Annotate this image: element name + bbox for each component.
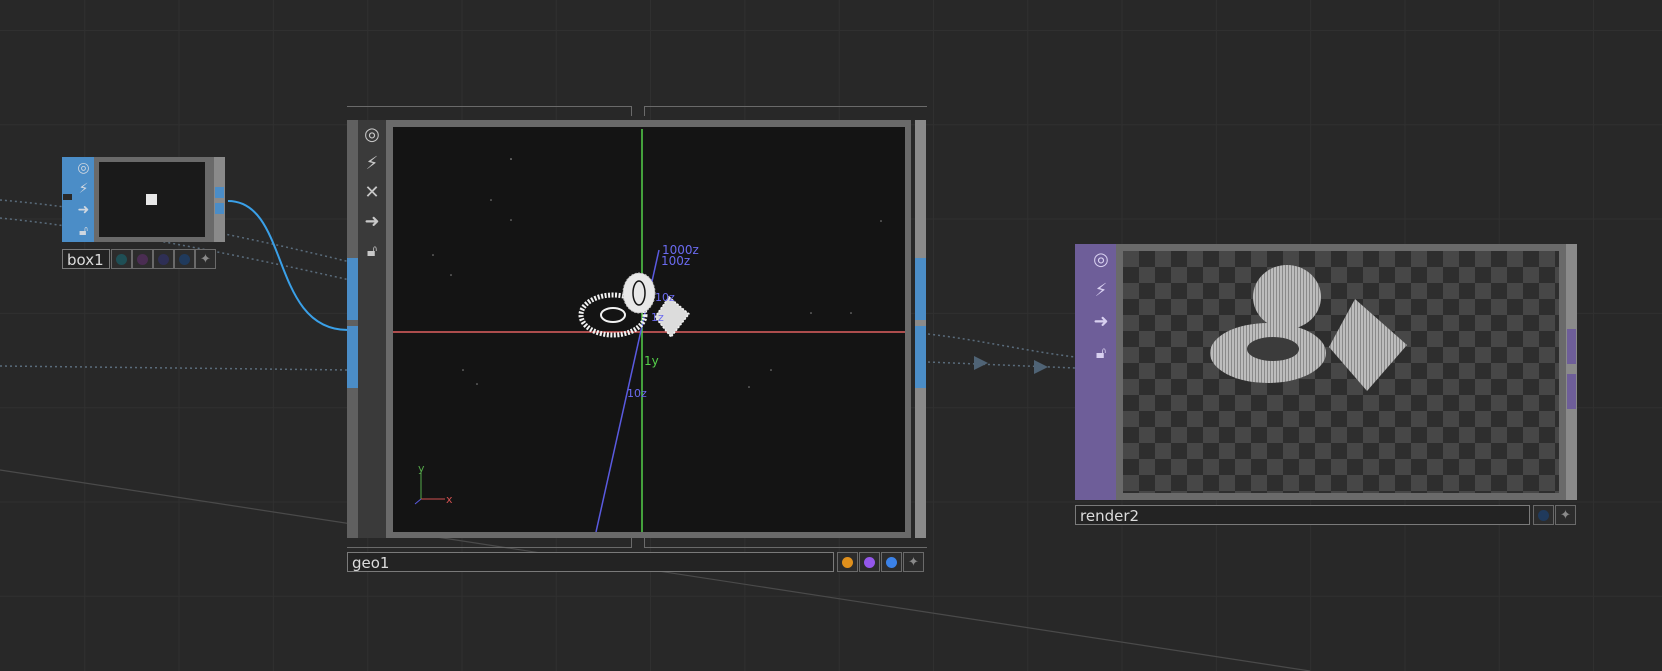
box1-flag-dot[interactable] bbox=[132, 249, 153, 269]
render2-name-label[interactable]: render2 bbox=[1075, 505, 1530, 525]
y-label-1: 1y bbox=[644, 354, 659, 368]
box1-output-connector-2[interactable] bbox=[215, 203, 224, 214]
render2-viewer-toggle-icon[interactable]: ✦ bbox=[1555, 505, 1576, 525]
z-label-neg10: 10z bbox=[627, 387, 647, 400]
geo1-input-connector[interactable] bbox=[347, 258, 358, 320]
render2-flag-column: ◎ ⚡ ➜ 🔓︎ bbox=[1086, 244, 1116, 500]
geo1-name-label[interactable]: geo1 bbox=[347, 552, 834, 572]
bypass-flag-icon[interactable]: ⚡ bbox=[1086, 275, 1116, 306]
geo1-viewer[interactable]: 1000z 100z 10z 1z 1y 10z y x bbox=[393, 127, 905, 532]
render2-output-column bbox=[1566, 244, 1577, 500]
svg-text:y: y bbox=[418, 462, 425, 475]
render2-render-preview bbox=[1210, 265, 1407, 391]
render-flag-icon[interactable]: ➜ bbox=[358, 207, 386, 236]
box1-flag-dot[interactable] bbox=[153, 249, 174, 269]
render2-output-connector[interactable] bbox=[1567, 329, 1576, 364]
geo1-output-connector-2[interactable] bbox=[915, 326, 926, 388]
z-label-10: 10z bbox=[655, 291, 675, 304]
node-box1[interactable]: ◎ ⚡ ➜ 🔓︎ box1 ✦ bbox=[62, 157, 227, 271]
box1-flag-dot[interactable] bbox=[174, 249, 195, 269]
box1-viewer[interactable] bbox=[99, 162, 205, 237]
display-flag-icon[interactable]: ◎ bbox=[73, 157, 94, 178]
box1-flag-dot[interactable] bbox=[111, 249, 132, 269]
box1-name-label[interactable]: box1 bbox=[62, 249, 110, 269]
lock-flag-icon[interactable]: 🔓︎ bbox=[358, 236, 386, 265]
render2-viewer[interactable] bbox=[1123, 251, 1559, 493]
render-flag-icon[interactable]: ➜ bbox=[73, 199, 94, 220]
lock-flag-icon[interactable]: 🔓︎ bbox=[73, 220, 94, 241]
box1-geometry-preview bbox=[146, 194, 157, 205]
z-label-100: 100z bbox=[661, 254, 690, 268]
box1-viewer-toggle-icon[interactable]: ✦ bbox=[195, 249, 216, 269]
wire-geo1-to-render2-2[interactable] bbox=[927, 361, 1076, 369]
bypass-flag-icon[interactable]: ⚡ bbox=[358, 149, 386, 178]
geo1-output-column bbox=[915, 120, 926, 538]
wire-arrow-icon bbox=[1034, 360, 1048, 374]
node-geo1[interactable]: ◎ ⚡ ✕ ➜ 🔓︎ 1000z 100z 10z 1z 1y 10z y x … bbox=[347, 106, 927, 576]
box1-output-connector[interactable] bbox=[215, 187, 224, 198]
box1-viewer-frame bbox=[94, 157, 214, 242]
geo1-viewer-toggle-icon[interactable]: ✦ bbox=[903, 552, 924, 572]
geo1-flag-dot-orange[interactable] bbox=[837, 552, 858, 572]
geo1-flag-dot-blue[interactable] bbox=[881, 552, 902, 572]
render2-output-connector-2[interactable] bbox=[1567, 374, 1576, 409]
display-flag-icon[interactable]: ◎ bbox=[1086, 244, 1116, 275]
box1-flag-column: ◎ ⚡ ➜ 🔓︎ bbox=[73, 157, 94, 242]
geo1-output-connector[interactable] bbox=[915, 258, 926, 320]
wire-geo1-to-render2-1[interactable] bbox=[927, 333, 1076, 358]
geo1-flag-dot-purple[interactable] bbox=[859, 552, 880, 572]
node-render2[interactable]: ◎ ⚡ ➜ 🔓︎ render2 ✦ bbox=[1075, 244, 1578, 525]
z-label-1: 1z bbox=[651, 311, 664, 324]
svg-text:x: x bbox=[446, 493, 453, 506]
geo1-input-connector-2[interactable] bbox=[347, 326, 358, 388]
wire-arrow-icon bbox=[974, 356, 988, 370]
geo1-flag-column: ◎ ⚡ ✕ ➜ 🔓︎ bbox=[358, 120, 386, 538]
wire-box1-to-geo1[interactable] bbox=[227, 200, 349, 331]
wire-dotted-left-3[interactable] bbox=[0, 365, 351, 371]
render2-flag-dot[interactable] bbox=[1533, 505, 1554, 525]
geo1-input-column bbox=[347, 120, 358, 538]
box1-output-column bbox=[214, 157, 225, 242]
render2-input-column bbox=[1075, 244, 1086, 500]
bypass-x-icon[interactable]: ✕ bbox=[358, 178, 386, 207]
render2-viewer-frame bbox=[1116, 244, 1566, 500]
display-flag-icon[interactable]: ◎ bbox=[358, 120, 386, 149]
lock-flag-icon[interactable]: 🔓︎ bbox=[1086, 337, 1116, 368]
bypass-flag-icon[interactable]: ⚡ bbox=[73, 178, 94, 199]
render-flag-icon[interactable]: ➜ bbox=[1086, 306, 1116, 337]
geo1-viewer-frame: 1000z 100z 10z 1z 1y 10z y x bbox=[386, 120, 911, 538]
